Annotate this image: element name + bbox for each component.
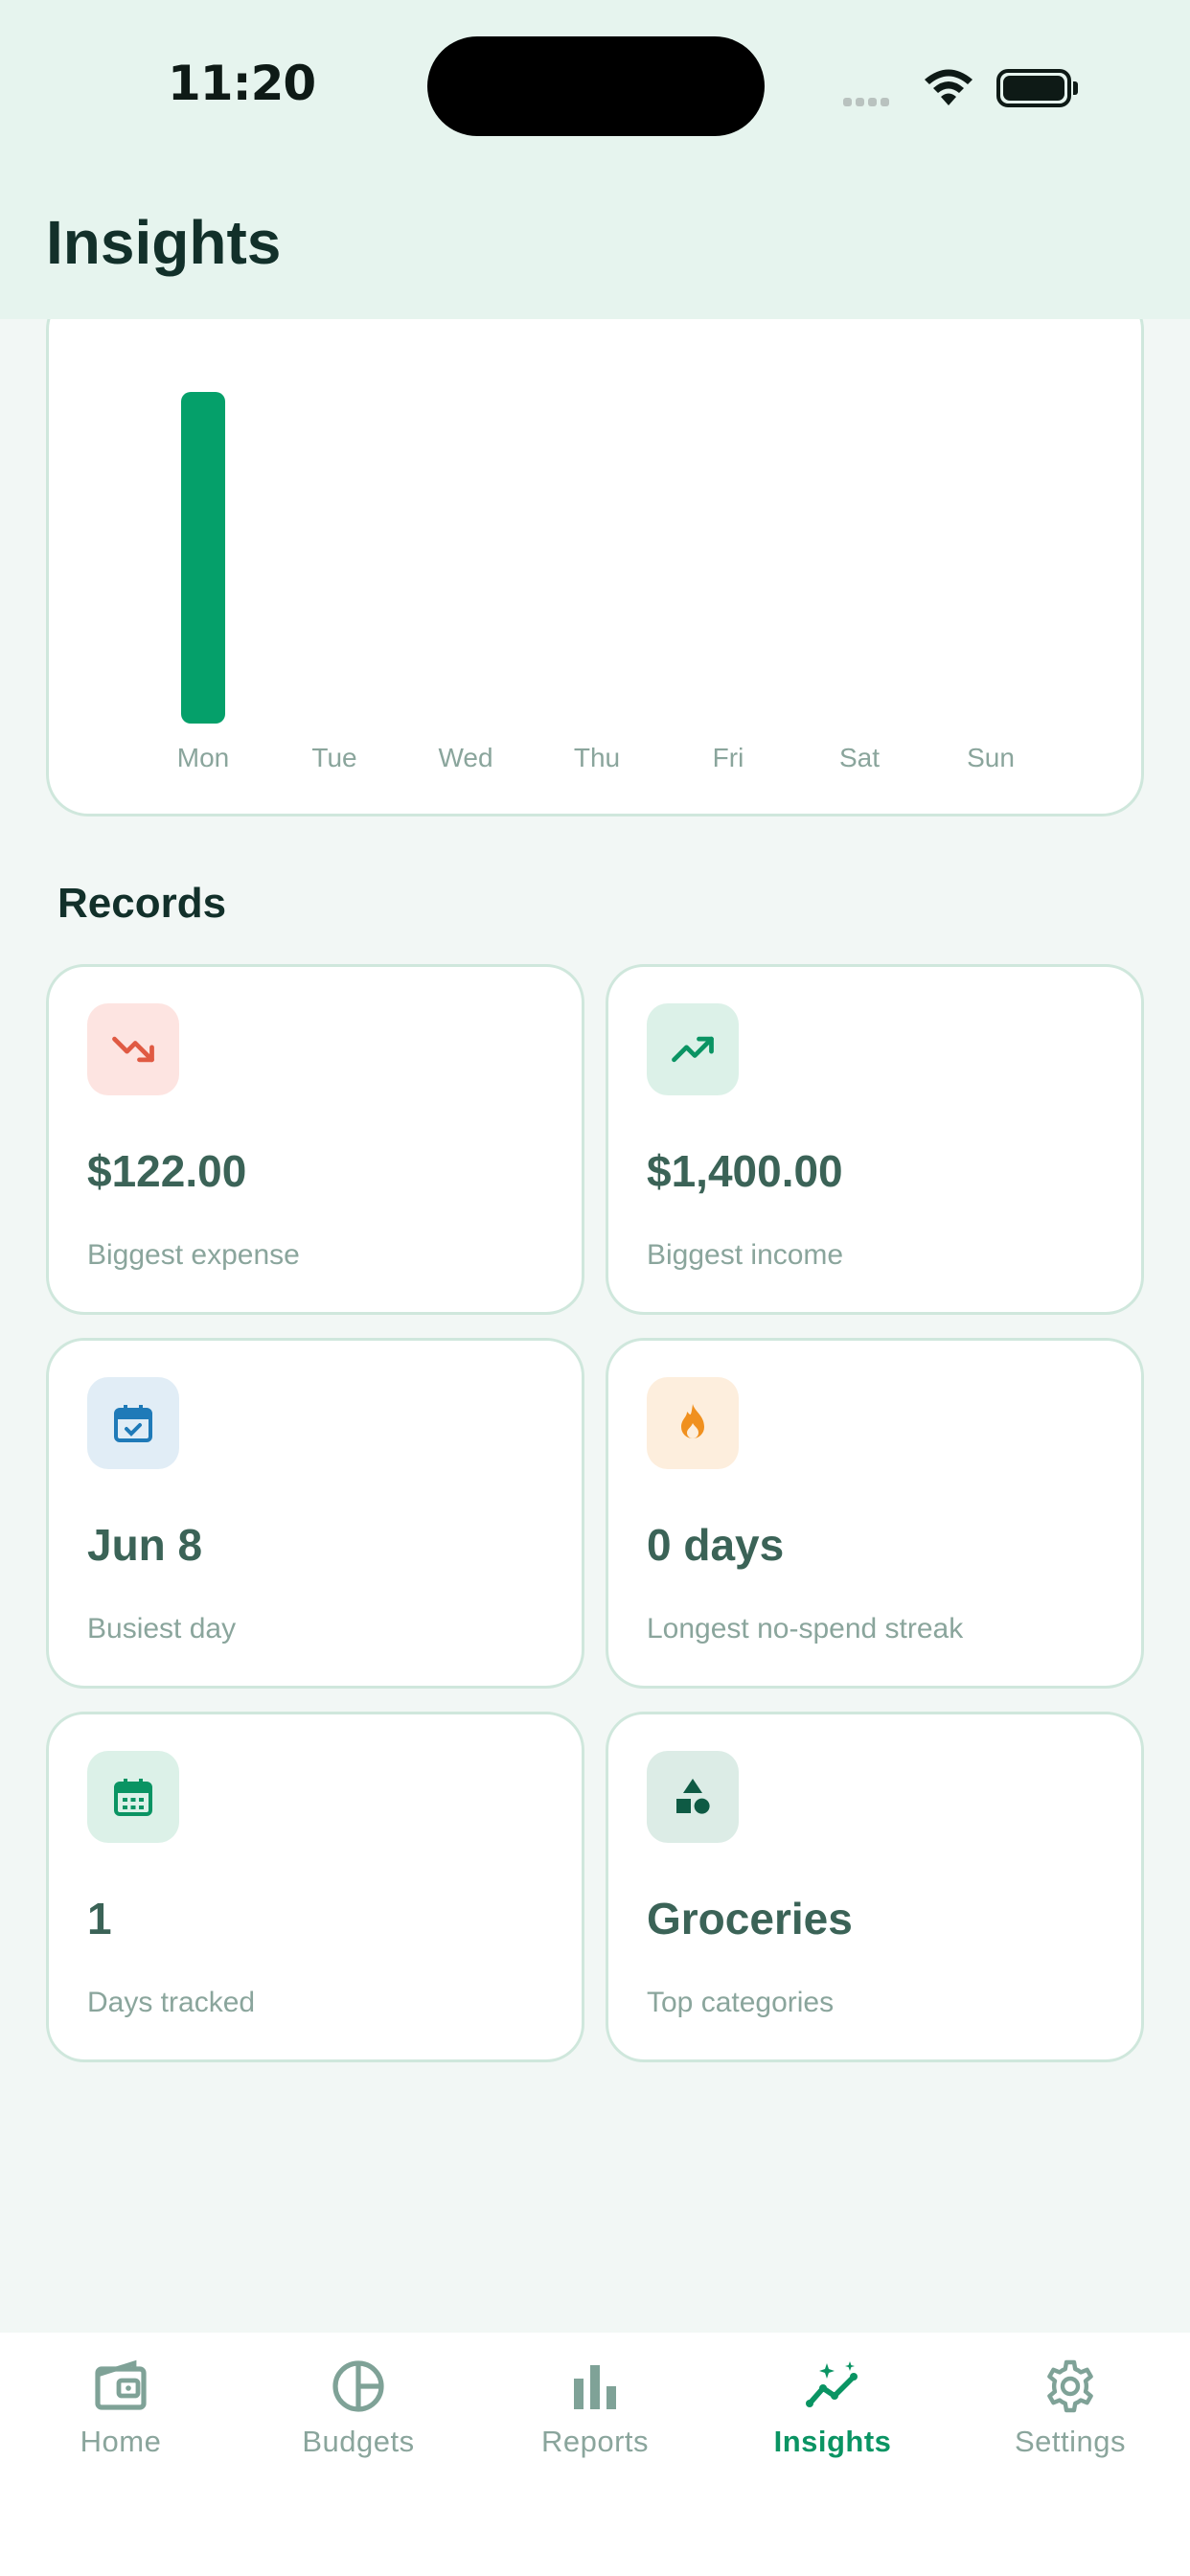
tab-label: Settings xyxy=(1014,2425,1126,2458)
record-label: Biggest income xyxy=(647,1239,844,1271)
gear-icon xyxy=(1047,2359,1093,2413)
sparkle-trend-icon xyxy=(806,2361,858,2407)
chart-day-label-wed: Wed xyxy=(438,743,493,772)
record-card-no-spend-streak[interactable]: 0 days Longest no-spend streak xyxy=(606,1338,1144,1689)
bar-chart-icon xyxy=(574,2365,616,2409)
record-label: Longest no-spend streak xyxy=(647,1613,964,1644)
weekly-chart-card: Mon Tue Wed Thu Fri Sat Sun xyxy=(46,288,1144,816)
record-card-days-tracked[interactable]: 1 Days tracked xyxy=(46,1712,584,2062)
record-value: Groceries xyxy=(647,1894,853,1944)
wallet-icon xyxy=(95,2359,147,2410)
record-card-busiest-day[interactable]: Jun 8 Busiest day xyxy=(46,1338,584,1689)
trending-up-icon xyxy=(647,1003,739,1095)
chart-day-label-tue: Tue xyxy=(311,743,357,772)
page-title: Insights xyxy=(46,208,282,277)
records-title: Records xyxy=(57,880,227,927)
cellular-signal-icon xyxy=(843,94,893,111)
tab-reports[interactable]: Reports xyxy=(476,2333,714,2576)
chart-day-label-thu: Thu xyxy=(573,743,621,772)
category-shapes-icon xyxy=(647,1751,739,1843)
tab-insights[interactable]: Insights xyxy=(714,2333,951,2576)
chart-day-label-fri: Fri xyxy=(712,743,744,772)
calendar-check-icon xyxy=(87,1377,179,1469)
dynamic-island xyxy=(427,36,765,136)
record-card-biggest-income[interactable]: $1,400.00 Biggest income xyxy=(606,964,1144,1315)
calendar-grid-icon xyxy=(87,1751,179,1843)
header: 11:20 Insights xyxy=(0,0,1190,319)
record-card-top-categories[interactable]: Groceries Top categories xyxy=(606,1712,1144,2062)
record-value: 0 days xyxy=(647,1520,785,1570)
tab-budgets[interactable]: Budgets xyxy=(240,2333,477,2576)
chart-day-label-sun: Sun xyxy=(967,743,1015,772)
flame-icon xyxy=(647,1377,739,1469)
record-label: Top categories xyxy=(647,1987,835,2018)
battery-icon xyxy=(996,69,1078,107)
tab-bar: Home Budgets Reports Insights Settings xyxy=(0,2333,1190,2576)
tab-label: Insights xyxy=(773,2425,892,2458)
tab-label: Budgets xyxy=(302,2425,415,2458)
record-value: 1 xyxy=(87,1894,112,1944)
chart-day-label-sat: Sat xyxy=(838,743,881,772)
trending-down-icon xyxy=(87,1003,179,1095)
record-value: $1,400.00 xyxy=(647,1146,843,1196)
pie-chart-icon xyxy=(332,2360,384,2412)
tab-home[interactable]: Home xyxy=(2,2333,240,2576)
tab-label: Home xyxy=(80,2425,162,2458)
chart-day-label-mon: Mon xyxy=(176,743,230,772)
record-value: $122.00 xyxy=(87,1146,247,1196)
record-label: Days tracked xyxy=(87,1987,256,2018)
record-label: Biggest expense xyxy=(87,1239,300,1271)
tab-label: Reports xyxy=(540,2425,650,2458)
wifi-icon xyxy=(925,69,973,105)
status-time: 11:20 xyxy=(168,56,316,111)
record-card-biggest-expense[interactable]: $122.00 Biggest expense xyxy=(46,964,584,1315)
tab-settings[interactable]: Settings xyxy=(951,2333,1189,2576)
record-label: Busiest day xyxy=(87,1613,237,1644)
record-value: Jun 8 xyxy=(87,1520,203,1570)
chart-bar-mon xyxy=(181,392,225,724)
